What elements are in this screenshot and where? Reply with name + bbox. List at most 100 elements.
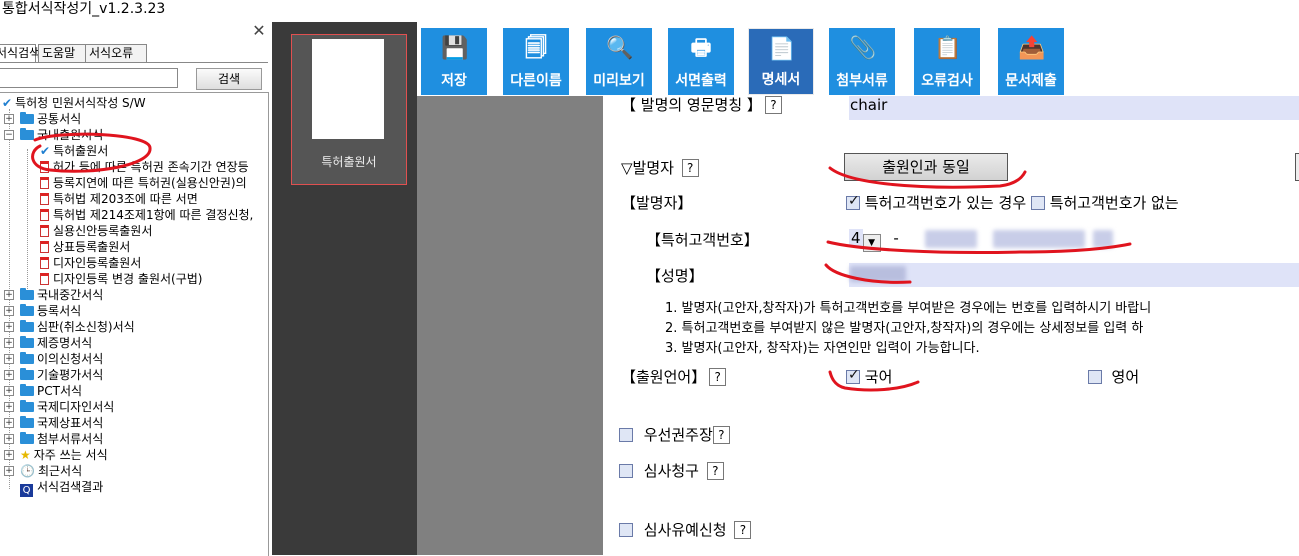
expand-icon[interactable]: + <box>4 114 14 124</box>
help-icon[interactable]: ? <box>681 159 699 177</box>
name-label: 【성명】 <box>646 267 704 285</box>
attachment-button[interactable]: 📎 첨부서류 <box>829 28 895 95</box>
document-icon <box>40 161 49 173</box>
dropdown-arrow-icon[interactable]: ▼ <box>862 234 881 252</box>
tree-item-search-results[interactable]: Q 서식검색결과 <box>20 479 103 497</box>
note-line: 3. 발명자(고안자, 창작자)는 자연인만 입력이 가능합니다. <box>665 341 980 356</box>
language-label: 【출원언어】? <box>621 366 727 387</box>
expand-icon[interactable]: + <box>4 290 14 300</box>
tree-item-doc[interactable]: 특허법 제203조에 따른 서면 <box>40 191 198 207</box>
english-option[interactable]: 영어 <box>1088 366 1139 387</box>
save-as-button[interactable]: 🗐 다른이름 <box>503 28 569 95</box>
preview-button[interactable]: 🔍 미리보기 <box>586 28 652 95</box>
document-icon <box>40 177 49 189</box>
english-checkbox[interactable] <box>1088 370 1102 384</box>
expand-icon[interactable]: + <box>4 370 14 380</box>
name-field[interactable] <box>849 263 1299 287</box>
expand-icon[interactable]: + <box>4 322 14 332</box>
save-as-icon: 🗐 <box>525 36 547 61</box>
priority-checkbox[interactable] <box>619 428 633 442</box>
submit-button[interactable]: 📤 문서제출 <box>998 28 1064 95</box>
tree-item-recent[interactable]: 🕒 최근서식 <box>20 463 82 479</box>
folder-icon <box>20 128 34 140</box>
expand-icon[interactable]: + <box>4 450 14 460</box>
same-as-applicant-button[interactable]: 출원인과 동일 <box>844 153 1008 181</box>
redacted-customer-no-part[interactable] <box>925 230 977 248</box>
tree-item-folder[interactable]: 국제디자인서식 <box>20 399 114 415</box>
help-icon[interactable]: ? <box>712 426 730 444</box>
tree-item-doc[interactable]: 실용신안등록출원서 <box>40 223 152 239</box>
tree-item-doc[interactable]: 등록지연에 따른 특허권(실용신안권)의 <box>40 175 247 191</box>
search-button[interactable]: 검색 <box>196 68 262 90</box>
page-thumbnail[interactable]: 특허출원서 <box>291 34 407 185</box>
tree-item-folder[interactable]: 이의신청서식 <box>20 351 103 367</box>
tree-item-patent-application[interactable]: ✔ 특허출원서 <box>40 143 108 159</box>
tree-item-folder[interactable]: 제증명서식 <box>20 335 92 351</box>
folder-icon <box>20 400 34 412</box>
tree-item-doc[interactable]: 허가 등에 따른 특허권 존속기간 연장등 <box>40 159 249 175</box>
help-icon[interactable]: ? <box>764 96 782 114</box>
folder-icon <box>20 304 34 316</box>
expand-icon[interactable]: + <box>4 354 14 364</box>
tree-item-doc[interactable]: 특허법 제214조제1항에 따른 결정신청, <box>40 207 253 223</box>
exam-request-checkbox[interactable] <box>619 464 633 478</box>
search-icon: Q <box>20 484 33 497</box>
redacted-customer-no-part[interactable] <box>993 230 1085 248</box>
tree-item-folder[interactable]: 첨부서류서식 <box>20 431 103 447</box>
expand-icon[interactable]: + <box>4 402 14 412</box>
tree-item-doc[interactable]: 디자인등록출원서 <box>40 255 141 271</box>
tree-item-folder[interactable]: 기술평가서식 <box>20 367 103 383</box>
help-icon[interactable]: ? <box>706 462 724 480</box>
deferred-exam[interactable]: 심사유예신청 ? <box>619 519 752 540</box>
exam-request[interactable]: 심사청구 ? <box>619 460 724 481</box>
specification-button[interactable]: 📄 명세서 <box>748 28 814 95</box>
tree-item-favorites[interactable]: ★ 자주 쓰는 서식 <box>20 447 108 463</box>
title-bar: 통합서식작성기_v1.2.3.23 <box>0 0 1299 22</box>
tree-item-folder[interactable]: 국내중간서식 <box>20 287 103 303</box>
expand-icon[interactable]: + <box>4 338 14 348</box>
korean-option[interactable]: 국어 <box>846 366 892 387</box>
document-icon <box>40 209 49 221</box>
tree-item-folder[interactable]: PCT서식 <box>20 383 82 399</box>
tree-item-doc[interactable]: 상표등록출원서 <box>40 239 130 255</box>
tab-help[interactable]: 도움말 <box>38 44 88 62</box>
note-line: 1. 발명자(고안자,창작자)가 특허고객번호를 부여받은 경우에는 번호를 입… <box>665 301 1152 316</box>
save-button[interactable]: 💾 저장 <box>421 28 487 95</box>
tree-item-common[interactable]: 공통서식 <box>20 111 81 127</box>
expand-icon[interactable]: + <box>4 418 14 428</box>
help-icon[interactable]: ? <box>734 521 752 539</box>
collapse-icon[interactable]: − <box>4 130 14 140</box>
inventor-section-header[interactable]: ▽발명자 ? <box>621 157 699 178</box>
has-customer-no-checkbox[interactable] <box>846 193 860 210</box>
error-check-button[interactable]: 📋 오류검사 <box>914 28 980 95</box>
english-name-field[interactable]: chair <box>849 96 1299 120</box>
redacted-name <box>850 266 906 282</box>
expand-icon[interactable]: + <box>4 306 14 316</box>
tree-item-folder[interactable]: 국제상표서식 <box>20 415 103 431</box>
thumbnail-strip: 특허출원서 <box>272 22 417 555</box>
help-icon[interactable]: ? <box>709 368 727 386</box>
search-input[interactable] <box>0 68 178 88</box>
print-icon: 🖶 <box>690 36 712 61</box>
expand-icon[interactable]: + <box>4 466 14 476</box>
tab-form-errors[interactable]: 서식오류 <box>85 44 147 62</box>
folder-icon <box>20 352 34 364</box>
folder-icon <box>20 288 34 300</box>
tree-item-folder[interactable]: 등록서식 <box>20 303 81 319</box>
priority-claim[interactable]: 우선권주장? <box>619 424 730 445</box>
deferred-exam-checkbox[interactable] <box>619 523 633 537</box>
tree-item-domestic[interactable]: 국내출원서식 <box>20 127 103 143</box>
expand-icon[interactable]: + <box>4 434 14 444</box>
no-customer-no-checkbox[interactable] <box>1030 196 1045 210</box>
redacted-customer-no-part[interactable] <box>1093 230 1113 248</box>
tree-item-folder[interactable]: 심판(취소신청)서식 <box>20 319 135 335</box>
tree-item-doc[interactable]: 디자인등록 변경 출원서(구법) <box>40 271 202 287</box>
left-panel: ✕ 서식검색 도움말 서식오류 검색 ✔ 특허청 민원서식작성 S/W + 공통서… <box>0 22 270 556</box>
korean-checkbox[interactable] <box>846 367 860 384</box>
expand-icon[interactable]: + <box>4 386 14 396</box>
tab-form-search[interactable]: 서식검색 <box>0 44 40 63</box>
next-button-partial[interactable] <box>1295 153 1299 181</box>
tree-root[interactable]: ✔ 특허청 민원서식작성 S/W <box>2 95 146 111</box>
close-icon[interactable]: ✕ <box>251 22 267 40</box>
print-button[interactable]: 🖶 서면출력 <box>668 28 734 95</box>
